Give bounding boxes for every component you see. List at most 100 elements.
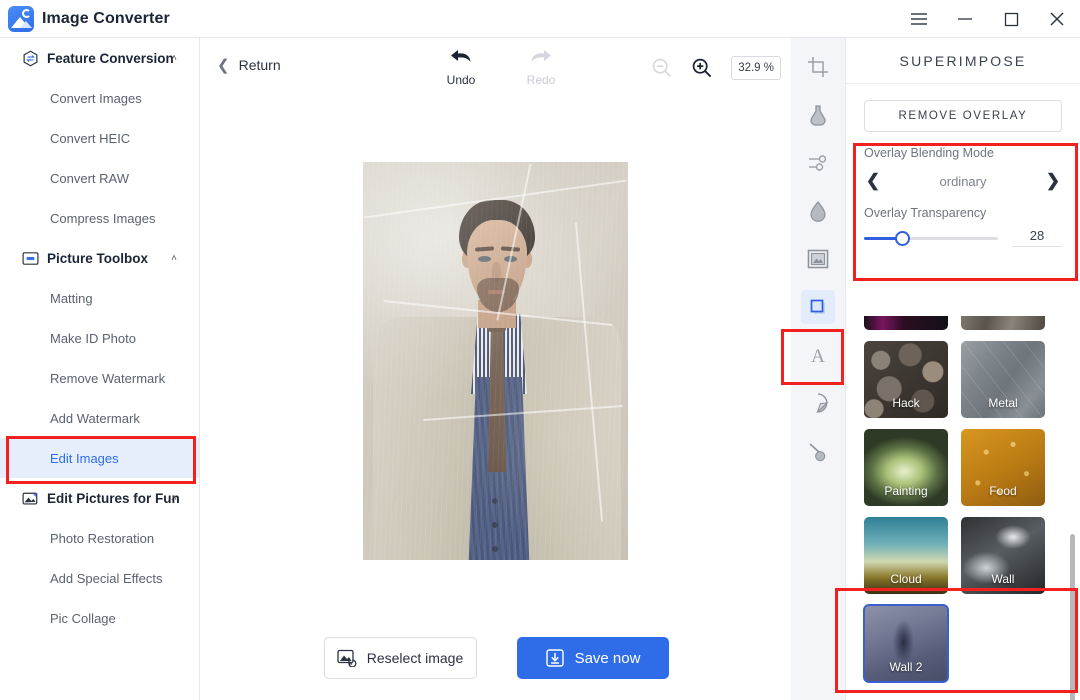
minimize-icon[interactable] [942,0,988,38]
overlay-thumbnail-hack[interactable]: Hack [864,341,948,418]
thumbnail-row: Painting Food [864,429,1062,506]
sidebar-item-convert-raw[interactable]: Convert RAW [0,158,199,198]
panel-title: SUPERIMPOSE [846,38,1080,84]
redo-label: Redo [526,73,556,87]
sidebar-group-feature-conversion[interactable]: Feature Conversion ˄ [0,38,199,78]
editor-toolbar: ❮ Return Undo Redo 32.9 % [201,38,791,100]
transparency-slider[interactable] [864,229,998,247]
portrait-subject [363,162,628,560]
transparency-slider-knob[interactable] [894,230,910,246]
overlay-thumbnail-painting[interactable]: Painting [864,429,948,506]
thumbnail-row: Wall 2 [863,604,1062,683]
sidebar-item-pic-collage[interactable]: Pic Collage [0,598,199,638]
reselect-image-icon [337,649,357,667]
sidebar-item-remove-watermark[interactable]: Remove Watermark [0,358,199,398]
sidebar-group-edit-pictures-for-fun[interactable]: Edit Pictures for Fun ˄ [0,478,199,518]
transparency-control: 28 [864,228,1062,247]
thumbnail-row: Hack Metal [864,341,1062,418]
panel-scrollbar[interactable] [1070,534,1075,700]
thumbnail-label: Cloud [890,572,922,586]
sidebar-item-convert-images[interactable]: Convert Images [0,78,199,118]
sidebar-item-edit-images[interactable]: Edit Images [0,438,199,478]
return-label: Return [238,57,281,73]
overlay-settings: Overlay Blending Mode ❮ ordinary ❯ Overl… [846,132,1080,247]
overlay-thumbnail-food[interactable]: Food [961,429,1045,506]
sidebar-group-label: Picture Toolbox [47,250,149,266]
title-bar: Image Converter [0,0,1080,38]
chevron-up-icon: ˄ [171,252,177,264]
sidebar: Feature Conversion ˄ Convert Images Conv… [0,38,200,700]
sidebar-item-add-special-effects[interactable]: Add Special Effects [0,558,199,598]
zoom-level-field[interactable]: 32.9 % [731,56,781,80]
crop-tool[interactable] [801,50,835,84]
overlay-thumbnail-grid: Hack Metal Painting Food Cloud Wall Wall… [846,316,1080,700]
thumbnail-label: Painting [884,484,928,498]
blending-mode-selector: ❮ ordinary ❯ [864,168,1062,194]
blur-droplet-tool[interactable] [801,194,835,228]
filter-flask-tool[interactable] [801,98,835,132]
transparency-label: Overlay Transparency [864,206,987,220]
frame-tool[interactable] [801,242,835,276]
transparency-value[interactable]: 28 [1012,228,1062,247]
app-window: Image Converter Feature Conversion ˄ Con… [0,0,1080,700]
reselect-image-label: Reselect image [366,650,464,666]
svg-text:A: A [811,346,825,367]
text-tool[interactable]: A [801,338,835,372]
sidebar-item-compress-images[interactable]: Compress Images [0,198,199,238]
mosaic-brush-tool[interactable] [801,434,835,468]
reselect-image-button[interactable]: Reselect image [323,637,477,679]
thumbnail-label: Food [989,484,1017,498]
chevron-left-icon: ❮ [217,57,230,74]
close-icon[interactable] [1034,0,1080,38]
undo-button[interactable]: Undo [436,46,486,87]
adjust-tool[interactable] [801,146,835,180]
overlay-thumbnail-wall[interactable]: Wall [961,517,1045,594]
sidebar-item-matting[interactable]: Matting [0,278,199,318]
thumbnail-label: Wall 2 [889,660,923,674]
image-canvas[interactable] [201,100,791,600]
convert-hexagon-icon [23,50,38,66]
sidebar-item-add-watermark[interactable]: Add Watermark [0,398,199,438]
blending-mode-label: Overlay Blending Mode [864,146,994,160]
window-controls [896,0,1080,38]
undo-arrow-icon [436,46,486,72]
redo-button[interactable]: Redo [516,46,566,87]
image-converter-logo [8,6,34,32]
tool-rail: A [791,38,846,700]
chevron-left-icon[interactable]: ❮ [864,171,882,191]
sidebar-item-make-id-photo[interactable]: Make ID Photo [0,318,199,358]
thumbnail-label: Metal [988,396,1018,410]
blending-mode-value: ordinary [939,173,987,189]
thumbnail-label: Wall [991,572,1015,586]
zoom-out-icon[interactable] [651,57,673,79]
save-now-button[interactable]: Save now [516,637,669,679]
preview-image[interactable] [363,162,628,560]
overlay-thumbnail-wall-2[interactable]: Wall 2 [863,604,949,683]
edit-fun-icon [22,492,38,505]
return-button[interactable]: ❮ Return [217,56,281,74]
thumbnail-row: Cloud Wall [864,517,1062,594]
overlay-thumbnail-cloud[interactable]: Cloud [864,517,948,594]
zoom-in-icon[interactable] [691,57,713,79]
hamburger-menu-icon[interactable] [896,0,942,38]
superimpose-panel: SUPERIMPOSE REMOVE OVERLAY Overlay Blend… [846,38,1080,700]
sticker-tool[interactable] [801,386,835,420]
maximize-icon[interactable] [988,0,1034,38]
remove-overlay-button[interactable]: REMOVE OVERLAY [864,100,1062,132]
chevron-right-icon[interactable]: ❯ [1044,171,1062,191]
chevron-up-icon: ˄ [171,52,177,64]
overlay-thumbnail[interactable] [961,316,1045,330]
sidebar-group-label: Edit Pictures for Fun [47,490,180,506]
undo-redo-group: Undo Redo [436,46,566,87]
chevron-up-icon: ˄ [171,492,177,504]
app-title: Image Converter [42,10,170,27]
picture-toolbox-icon [22,251,39,265]
thumbnail-row [864,316,1062,330]
overlay-thumbnail-metal[interactable]: Metal [961,341,1045,418]
undo-label: Undo [446,73,476,87]
overlay-thumbnail[interactable] [864,316,948,330]
sidebar-group-picture-toolbox[interactable]: Picture Toolbox ˄ [0,238,199,278]
superimpose-tool[interactable] [801,290,835,324]
sidebar-item-photo-restoration[interactable]: Photo Restoration [0,518,199,558]
sidebar-item-convert-heic[interactable]: Convert HEIC [0,118,199,158]
